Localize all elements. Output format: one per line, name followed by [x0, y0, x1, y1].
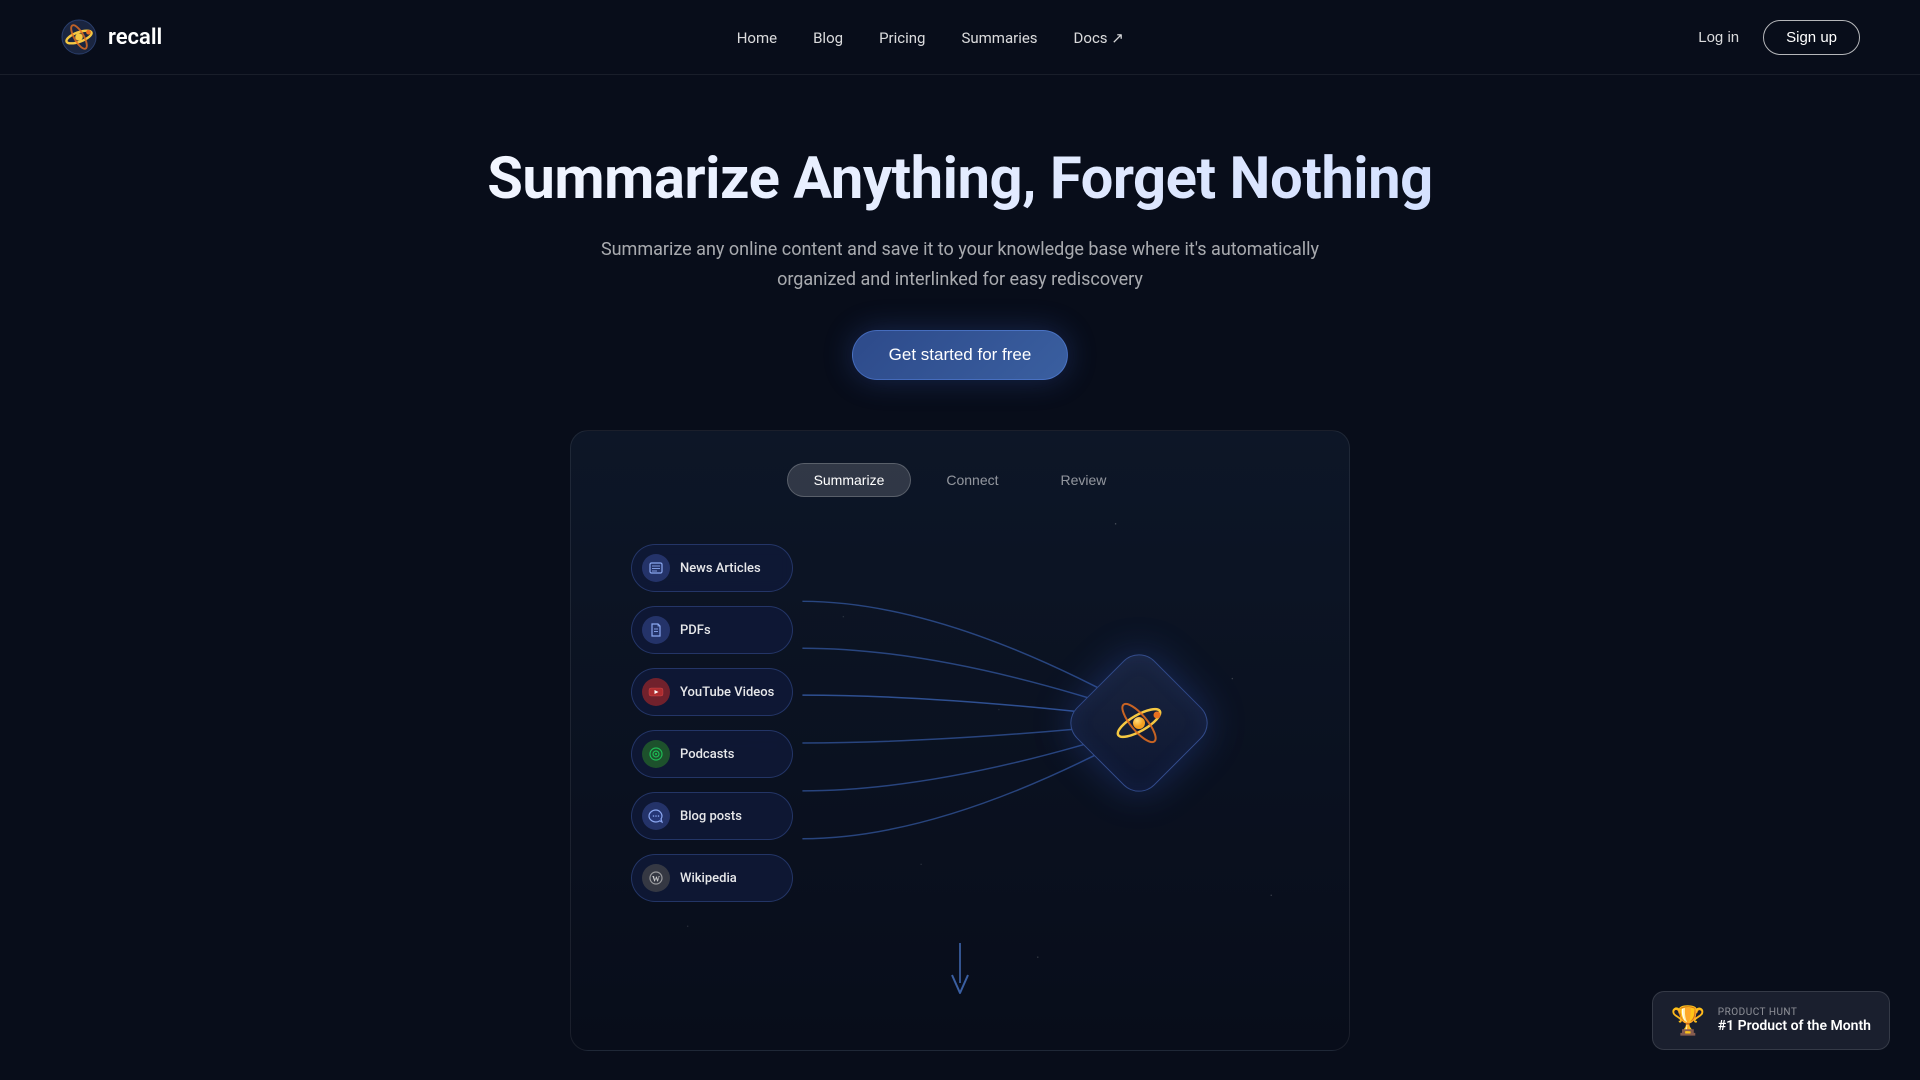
blog-label: Blog posts	[680, 809, 742, 824]
tab-connect[interactable]: Connect	[919, 463, 1025, 497]
nav-docs[interactable]: Docs ↗	[1074, 29, 1124, 47]
login-button[interactable]: Log in	[1698, 29, 1739, 46]
source-pill-podcasts: Podcasts	[631, 730, 793, 778]
cta-button[interactable]: Get started for free	[852, 330, 1069, 380]
source-pill-wikipedia: W Wikipedia	[631, 854, 793, 902]
nav-links: Home Blog Pricing Summaries Docs ↗	[737, 28, 1124, 47]
ph-title: #1 Product of the Month	[1718, 1018, 1871, 1034]
tab-summarize[interactable]: Summarize	[787, 463, 912, 497]
nav-blog[interactable]: Blog	[813, 29, 843, 47]
wikipedia-label: Wikipedia	[680, 871, 737, 886]
nav-summaries[interactable]: Summaries	[961, 29, 1037, 47]
center-logo	[1084, 668, 1194, 778]
tabs: Summarize Connect Review	[571, 463, 1349, 497]
source-pill-youtube: YouTube Videos	[631, 668, 793, 716]
hero-subtitle: Summarize any online content and save it…	[600, 235, 1320, 294]
podcast-icon	[642, 740, 670, 768]
logo[interactable]: recall	[60, 18, 162, 56]
youtube-icon	[642, 678, 670, 706]
news-icon	[642, 554, 670, 582]
wikipedia-icon: W	[642, 864, 670, 892]
ph-text: PRODUCT HUNT #1 Product of the Month	[1718, 1007, 1871, 1034]
signup-button[interactable]: Sign up	[1763, 20, 1860, 55]
diamond-inner	[1109, 693, 1169, 753]
product-hunt-badge[interactable]: 🏆 PRODUCT HUNT #1 Product of the Month	[1652, 991, 1890, 1050]
pdf-label: PDFs	[680, 623, 711, 638]
youtube-label: YouTube Videos	[680, 685, 774, 700]
navbar: recall Home Blog Pricing Summaries Docs …	[0, 0, 1920, 75]
news-label: News Articles	[680, 561, 761, 576]
scroll-arrow	[571, 913, 1349, 1010]
source-pills: News Articles PDFs	[631, 544, 793, 902]
nav-home[interactable]: Home	[737, 29, 777, 47]
nav-actions: Log in Sign up	[1698, 20, 1860, 55]
svg-text:W: W	[652, 875, 660, 884]
trophy-icon: 🏆	[1671, 1004, 1706, 1037]
tab-review[interactable]: Review	[1034, 463, 1134, 497]
hero-title: Summarize Anything, Forget Nothing	[60, 145, 1860, 213]
source-pill-pdf: PDFs	[631, 606, 793, 654]
source-pill-news: News Articles	[631, 544, 793, 592]
podcast-label: Podcasts	[680, 747, 734, 762]
blog-icon	[642, 802, 670, 830]
ph-label: PRODUCT HUNT	[1718, 1007, 1871, 1018]
logo-text: recall	[108, 25, 162, 50]
hero-section: Summarize Anything, Forget Nothing Summa…	[0, 75, 1920, 1051]
demo-container: Summarize Connect Review	[570, 430, 1350, 1051]
viz-area: News Articles PDFs	[571, 533, 1349, 913]
nav-pricing[interactable]: Pricing	[879, 29, 925, 47]
pdf-icon	[642, 616, 670, 644]
source-pill-blog: Blog posts	[631, 792, 793, 840]
recall-diamond	[1061, 646, 1217, 802]
